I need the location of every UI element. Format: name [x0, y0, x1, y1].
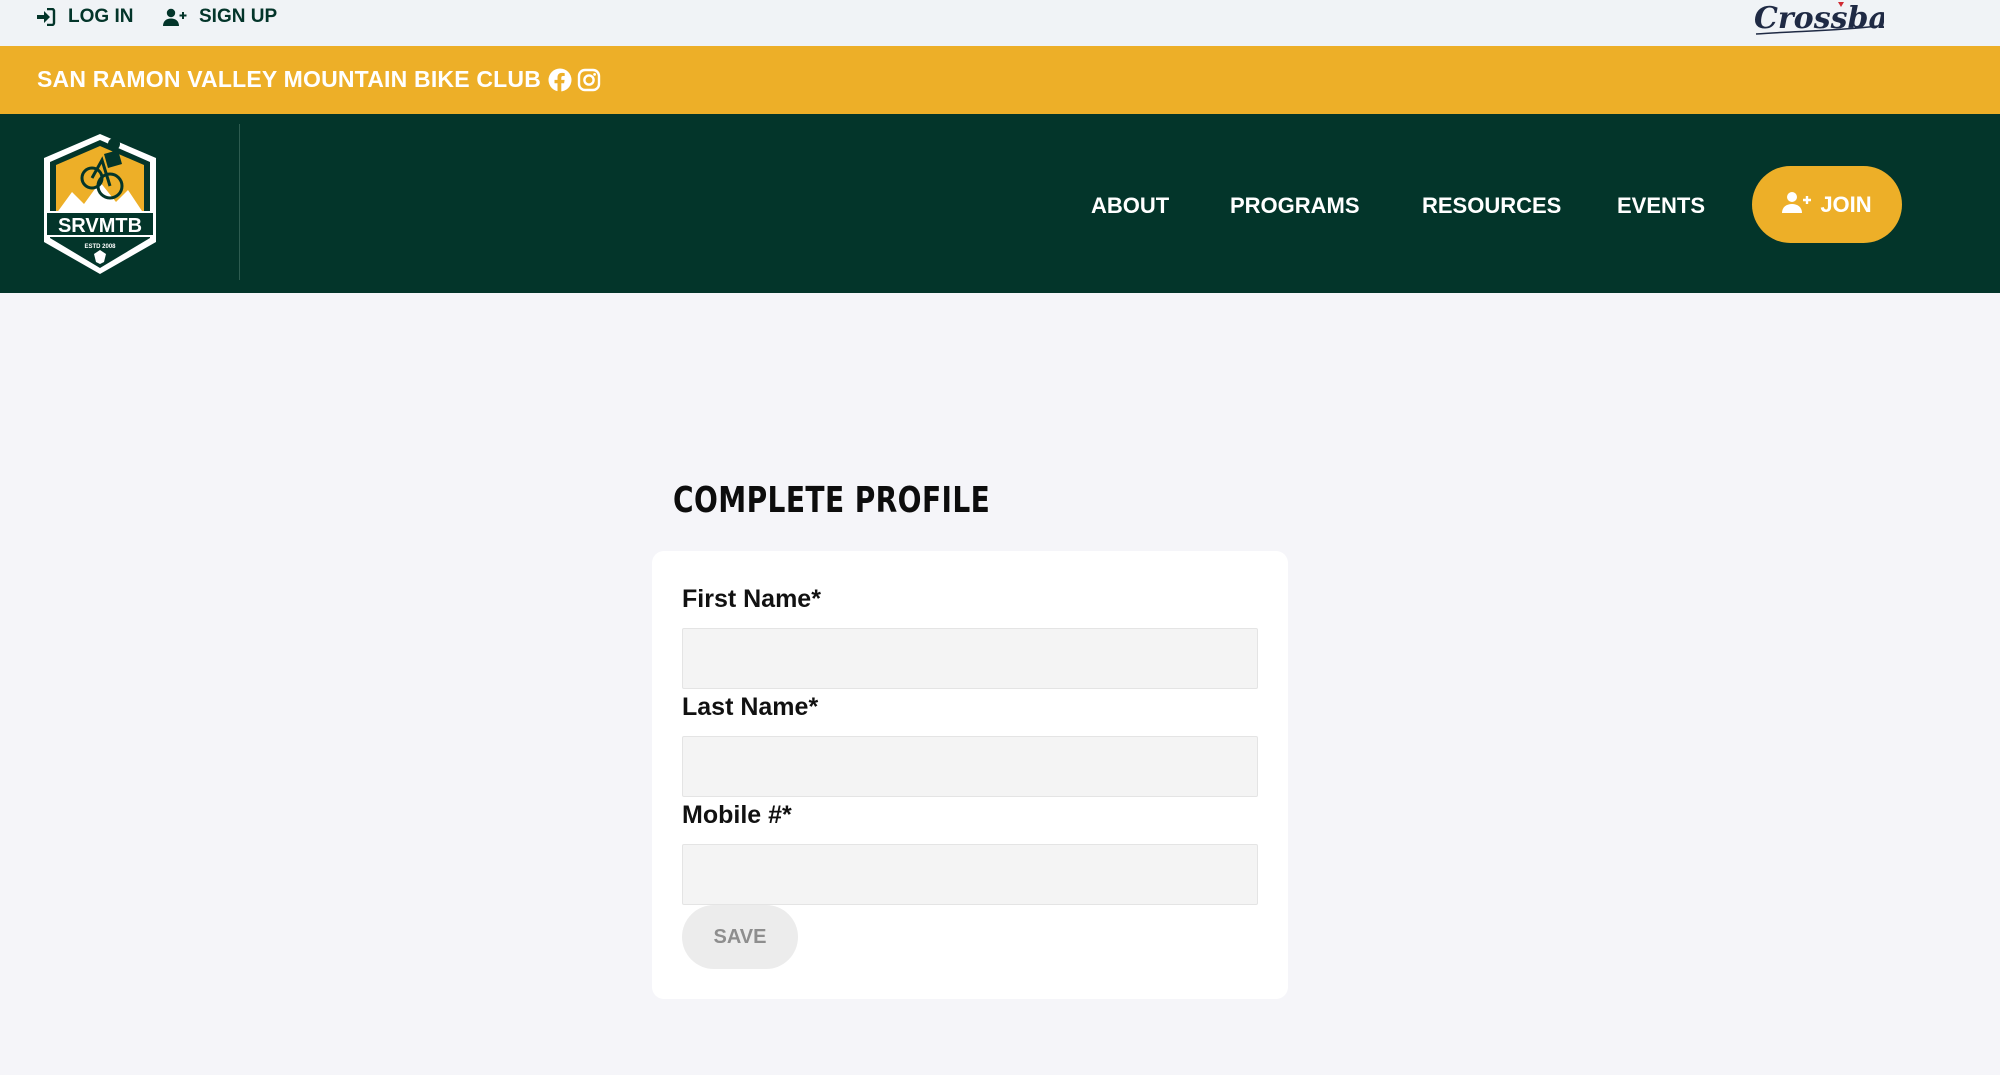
crossbar-logo[interactable]: Crossbar [1752, 0, 1906, 40]
facebook-icon[interactable] [548, 68, 572, 92]
srvmtb-logo[interactable]: SRVMTB ESTD 2008 [34, 124, 166, 282]
profile-form-card: First Name* Last Name* Mobile #* SAVE [652, 551, 1288, 999]
user-plus-icon [1782, 191, 1812, 219]
nav-divider [239, 124, 240, 280]
page-title: COMPLETE PROFILE [673, 480, 991, 521]
first-name-label: First Name* [682, 585, 821, 613]
first-name-input[interactable] [682, 628, 1258, 689]
save-button[interactable]: SAVE [682, 905, 798, 969]
join-label: JOIN [1820, 191, 1872, 217]
nav-programs[interactable]: PROGRAMS [1230, 193, 1360, 219]
club-bar: SAN RAMON VALLEY MOUNTAIN BIKE CLUB [0, 46, 2000, 114]
signup-label: SIGN UP [199, 6, 278, 27]
instagram-icon[interactable] [577, 68, 601, 92]
join-button[interactable]: JOIN [1752, 166, 1902, 243]
sign-in-icon [36, 8, 56, 26]
mobile-label: Mobile #* [682, 801, 792, 829]
mobile-input[interactable] [682, 844, 1258, 905]
last-name-input[interactable] [682, 736, 1258, 797]
user-plus-icon [163, 8, 187, 26]
login-label: LOG IN [68, 6, 134, 27]
logo-text: SRVMTB [58, 215, 142, 237]
signup-link[interactable]: SIGN UP [163, 6, 277, 28]
nav-resources[interactable]: RESOURCES [1422, 193, 1561, 219]
utility-bar: LOG IN SIGN UP Crossbar [0, 0, 2000, 46]
nav-about[interactable]: ABOUT [1091, 193, 1169, 219]
club-name[interactable]: SAN RAMON VALLEY MOUNTAIN BIKE CLUB [37, 66, 541, 93]
main-navbar: SRVMTB ESTD 2008 ABOUT PROGRAMS RESOURCE… [0, 114, 2000, 293]
logo-subtext: ESTD 2008 [84, 244, 116, 250]
login-link[interactable]: LOG IN [36, 6, 133, 28]
nav-events[interactable]: EVENTS [1617, 193, 1705, 219]
last-name-label: Last Name* [682, 693, 819, 721]
